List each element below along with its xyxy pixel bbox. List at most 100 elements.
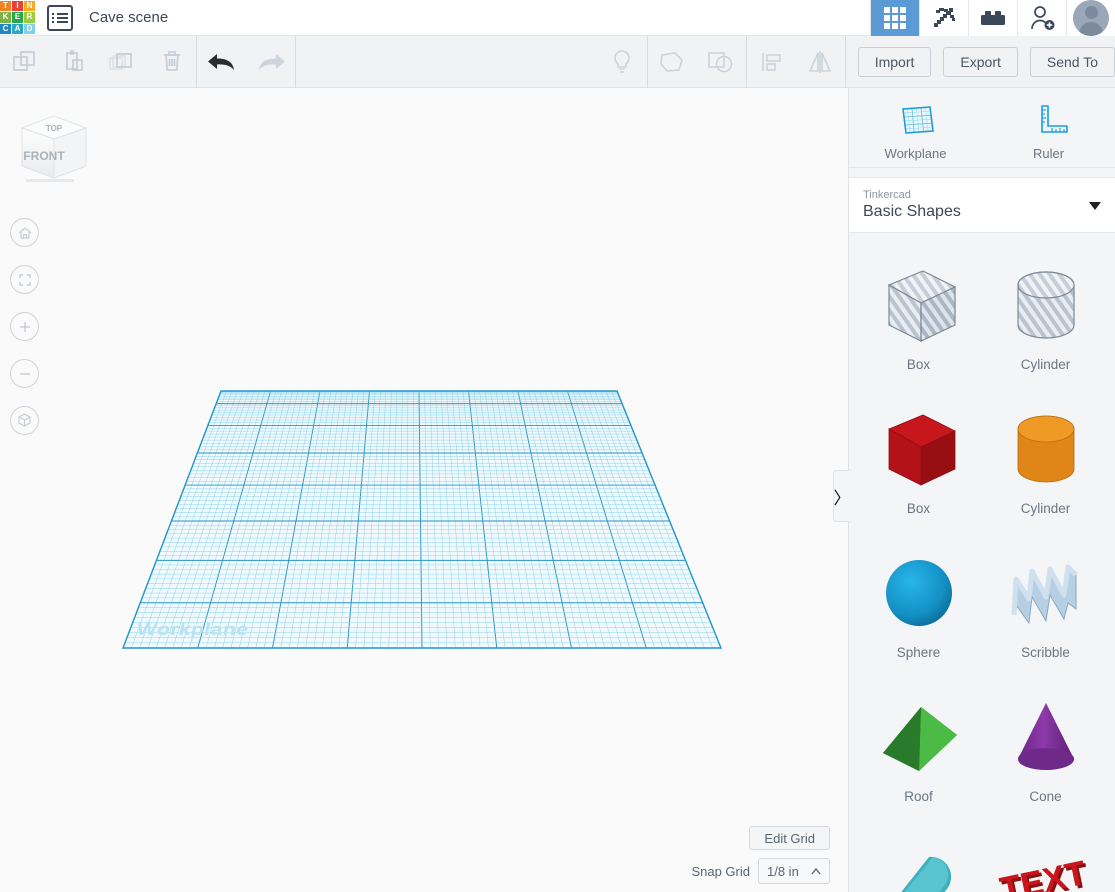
- snap-grid-select[interactable]: 1/8 in: [758, 858, 830, 884]
- tinkercad-logo[interactable]: TIN KER CAD: [0, 1, 35, 34]
- delete-icon[interactable]: [147, 36, 196, 88]
- zoom-in-icon[interactable]: [10, 312, 39, 341]
- grid-view-icon[interactable]: [870, 0, 919, 36]
- top-bar: TIN KER CAD Cave scene: [0, 0, 1115, 36]
- view-cube-top-label: TOP: [46, 124, 63, 133]
- zoom-out-icon[interactable]: [10, 359, 39, 388]
- view-cube[interactable]: TOP FRONT: [14, 106, 94, 186]
- edit-grid-button[interactable]: Edit Grid: [749, 826, 830, 850]
- brick-icon[interactable]: [968, 0, 1017, 36]
- top-bar-actions: [870, 0, 1115, 36]
- shape-item-sphere-4[interactable]: Sphere: [855, 535, 982, 675]
- shapes-panel: 〉 Workplane Ruler Tinkercad Basic Shapes…: [833, 88, 1115, 892]
- hint-tool-group: [598, 35, 648, 88]
- shape-item-label: Sphere: [896, 645, 941, 660]
- scribble-icon: [991, 543, 1101, 643]
- import-button[interactable]: Import: [857, 46, 932, 77]
- logo-tile-r-5: R: [24, 12, 35, 23]
- list-icon[interactable]: [47, 4, 73, 31]
- tinkercad-editor: TIN KER CAD Cave scene Import Export Send …: [0, 0, 1115, 892]
- duplicate-icon[interactable]: [98, 36, 147, 88]
- shape-library-sub: Tinkercad: [863, 189, 911, 201]
- logo-tile-i-1: I: [12, 1, 23, 12]
- ungroup-icon[interactable]: [697, 36, 746, 88]
- page-title: Cave scene: [89, 9, 169, 26]
- fit-to-view-icon[interactable]: [10, 265, 39, 294]
- light-bulb-icon[interactable]: [598, 36, 647, 88]
- shape-item-label: Roof: [904, 789, 933, 804]
- copy-icon[interactable]: [0, 36, 49, 88]
- logo-tile-e-4: E: [12, 12, 23, 23]
- chevron-up-icon: [811, 867, 821, 874]
- navigation-controls: [10, 218, 39, 435]
- workplane-tool-label: Workplane: [884, 146, 947, 161]
- snap-grid-row: Snap Grid 1/8 in: [691, 858, 830, 884]
- export-button[interactable]: Export: [943, 46, 1018, 77]
- logo-tile-d-8: D: [24, 23, 35, 34]
- shape-item-label: Cylinder: [1020, 501, 1071, 516]
- avatar[interactable]: [1066, 0, 1115, 36]
- align-icon[interactable]: [747, 36, 796, 88]
- 3d-viewport[interactable]: Workplane TOP FRONT Edit Grid Snap Grid …: [0, 88, 848, 892]
- mirror-icon[interactable]: [796, 36, 845, 88]
- snap-grid-label: Snap Grid: [691, 863, 750, 879]
- redo-icon[interactable]: [246, 36, 295, 88]
- logo-tile-t-0: T: [0, 1, 11, 12]
- workplane-grid: [121, 390, 723, 649]
- shape-item-box-2[interactable]: Box: [855, 391, 982, 531]
- shape-item-red-text-9[interactable]: TEXT TEXT: [982, 823, 1109, 892]
- group-icon[interactable]: [648, 36, 697, 88]
- shape-item-cylinder-3[interactable]: Cylinder: [982, 391, 1109, 531]
- chevron-down-icon: [1089, 202, 1101, 210]
- shape-item-cone-7[interactable]: Cone: [982, 679, 1109, 819]
- red-text-icon: TEXT TEXT: [991, 831, 1101, 892]
- logo-tile-c-6: C: [0, 23, 11, 34]
- shape-library-name: Basic Shapes: [863, 203, 961, 220]
- logo-tile-n-2: N: [24, 1, 35, 12]
- pickaxe-icon[interactable]: [919, 0, 968, 36]
- shape-item-label: Cone: [1029, 789, 1062, 804]
- file-action-group: Import Export Send To: [846, 36, 1115, 88]
- panel-tools: Workplane Ruler: [849, 88, 1115, 168]
- shape-grid: Box Cylinder Box Cylinder Sphere Scribbl…: [849, 233, 1115, 892]
- history-tool-group: [197, 35, 296, 88]
- add-person-icon[interactable]: [1017, 0, 1066, 36]
- green-roof-icon: [864, 687, 974, 787]
- shape-library-select[interactable]: Tinkercad Basic Shapes: [849, 177, 1115, 233]
- grid-controls: Edit Grid Snap Grid 1/8 in: [691, 826, 830, 884]
- hole-box-icon: [864, 255, 974, 355]
- orange-cylinder-icon: [991, 399, 1101, 499]
- purple-cone-icon: [991, 687, 1101, 787]
- hole-cylinder-icon: [991, 255, 1101, 355]
- send-to-button[interactable]: Send To: [1029, 46, 1115, 77]
- home-view-icon[interactable]: [10, 218, 39, 247]
- ruler-tool-label: Ruler: [1032, 146, 1065, 161]
- ruler-icon: [1040, 105, 1068, 133]
- workplane-label: Workplane: [135, 620, 251, 640]
- avatar-image: [1073, 0, 1109, 36]
- ruler-tool[interactable]: Ruler: [982, 88, 1115, 167]
- group-tool-group: [648, 35, 747, 88]
- logo-tile-k-3: K: [0, 12, 11, 23]
- shape-item-teal-tube-8[interactable]: [855, 823, 982, 892]
- logo-tile-a-7: A: [12, 23, 23, 34]
- clipboard-tool-group: [0, 35, 197, 88]
- view-cube-front-label: FRONT: [23, 149, 65, 163]
- shape-item-scribble-5[interactable]: Scribble: [982, 535, 1109, 675]
- main-toolbar: Import Export Send To: [0, 35, 1115, 88]
- shape-item-label: Box: [906, 501, 931, 516]
- orthographic-view-icon[interactable]: [10, 406, 39, 435]
- shape-item-box-0[interactable]: Box: [855, 247, 982, 387]
- shape-item-label: Box: [906, 357, 931, 372]
- paste-icon[interactable]: [49, 36, 98, 88]
- shape-item-roof-6[interactable]: Roof: [855, 679, 982, 819]
- workplane-icon: [901, 106, 934, 134]
- shape-item-label: Scribble: [1021, 645, 1070, 660]
- shape-item-cylinder-1[interactable]: Cylinder: [982, 247, 1109, 387]
- workplane-tool[interactable]: Workplane: [849, 88, 982, 167]
- grid-view-glyph: [884, 7, 906, 29]
- teal-tube-icon: [864, 831, 974, 892]
- collapse-panel-button[interactable]: 〉: [833, 470, 851, 522]
- red-box-icon: [864, 399, 974, 499]
- undo-icon[interactable]: [197, 36, 246, 88]
